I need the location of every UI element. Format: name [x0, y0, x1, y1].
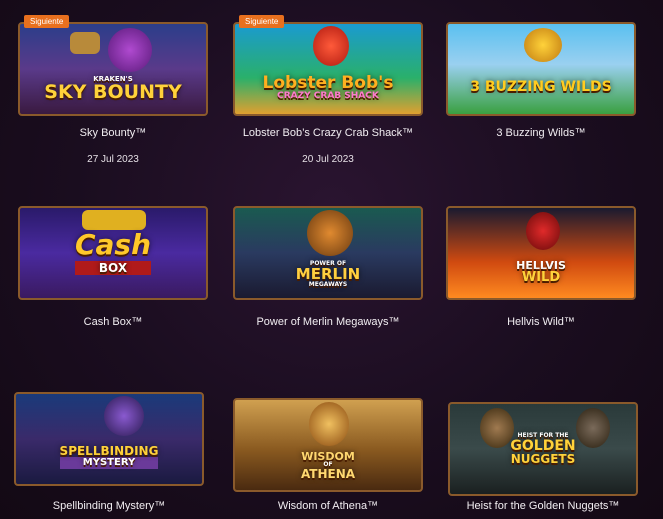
game-card-spellbinding-mystery[interactable]: SPELLBINDING MYSTERY Spellbinding Myster… — [14, 392, 204, 512]
release-date: 20 Jul 2023 — [302, 154, 354, 165]
game-card-cash-box[interactable]: Cash BOX Cash Box™ — [18, 206, 208, 328]
game-logo: HEIST FOR THE GOLDEN NUGGETS — [510, 432, 576, 466]
athena-character — [309, 402, 349, 446]
game-thumbnail[interactable]: SPELLBINDING MYSTERY — [14, 392, 204, 486]
game-title[interactable]: Hellvis Wild™ — [446, 316, 636, 328]
game-card-3-buzzing-wilds[interactable]: 3 BUZZING WILDS 3 Buzzing Wilds™ — [446, 22, 636, 139]
lobster-character — [313, 26, 349, 66]
game-title[interactable]: Wisdom of Athena™ — [233, 500, 423, 512]
game-card-wisdom-of-athena[interactable]: WISDOM OF ATHENA Wisdom of Athena™ — [233, 398, 423, 512]
release-date: 27 Jul 2023 — [87, 154, 139, 165]
game-logo: POWER OF MERLIN MEGAWAYS — [295, 259, 361, 288]
game-logo: SPELLBINDING MYSTERY — [59, 444, 159, 469]
game-card-hellvis-wild[interactable]: HELLVIS WILD Hellvis Wild™ — [446, 206, 636, 328]
next-badge: Siguiente — [24, 15, 70, 28]
game-title[interactable]: Spellbinding Mystery™ — [14, 500, 204, 512]
game-logo: Cash BOX — [74, 228, 152, 275]
game-thumbnail[interactable]: Cash BOX — [18, 206, 208, 300]
game-title[interactable]: Power of Merlin Megaways™ — [233, 316, 423, 328]
game-logo: KRAKEN'S SKY BOUNTY — [44, 75, 182, 103]
game-logo: HELLVIS WILD — [516, 259, 566, 285]
bandit-character — [480, 408, 514, 448]
game-logo: 3 BUZZING WILDS — [470, 79, 612, 95]
game-thumbnail[interactable]: Lobster Bob's CRAZY CRAB SHACK — [233, 22, 423, 116]
devil-character — [526, 212, 560, 250]
game-title[interactable]: 3 Buzzing Wilds™ — [446, 127, 636, 139]
next-badge: Siguiente — [239, 15, 285, 28]
game-card-heist-golden-nuggets[interactable]: HEIST FOR THE GOLDEN NUGGETS Heist for t… — [448, 402, 638, 512]
game-card-sky-bounty[interactable]: Siguiente KRAKEN'S SKY BOUNTY Sky Bounty… — [18, 15, 208, 165]
game-title[interactable]: Heist for the Golden Nuggets™ — [448, 500, 638, 512]
cannon-icon — [70, 32, 100, 54]
wizard-character — [104, 396, 144, 436]
game-thumbnail[interactable]: HELLVIS WILD — [446, 206, 636, 300]
owl-character — [307, 210, 353, 256]
kraken-character — [108, 28, 152, 72]
game-thumbnail[interactable]: HEIST FOR THE GOLDEN NUGGETS — [448, 402, 638, 496]
game-thumbnail[interactable]: KRAKEN'S SKY BOUNTY — [18, 22, 208, 116]
game-thumbnail[interactable]: POWER OF MERLIN MEGAWAYS — [233, 206, 423, 300]
game-card-power-of-merlin[interactable]: POWER OF MERLIN MEGAWAYS Power of Merlin… — [233, 206, 423, 328]
coin-stack — [82, 210, 146, 230]
game-card-lobster-bob[interactable]: Siguiente Lobster Bob's CRAZY CRAB SHACK… — [233, 15, 423, 165]
game-logo: WISDOM OF ATHENA — [300, 449, 356, 481]
game-title[interactable]: Sky Bounty™ — [18, 127, 208, 139]
bee-character — [524, 28, 562, 62]
game-logo: Lobster Bob's CRAZY CRAB SHACK — [262, 73, 394, 101]
game-thumbnail[interactable]: 3 BUZZING WILDS — [446, 22, 636, 116]
game-title[interactable]: Cash Box™ — [18, 316, 208, 328]
game-title[interactable]: Lobster Bob’s Crazy Crab Shack™ — [233, 127, 423, 139]
game-thumbnail[interactable]: WISDOM OF ATHENA — [233, 398, 423, 492]
bandit-character — [576, 408, 610, 448]
